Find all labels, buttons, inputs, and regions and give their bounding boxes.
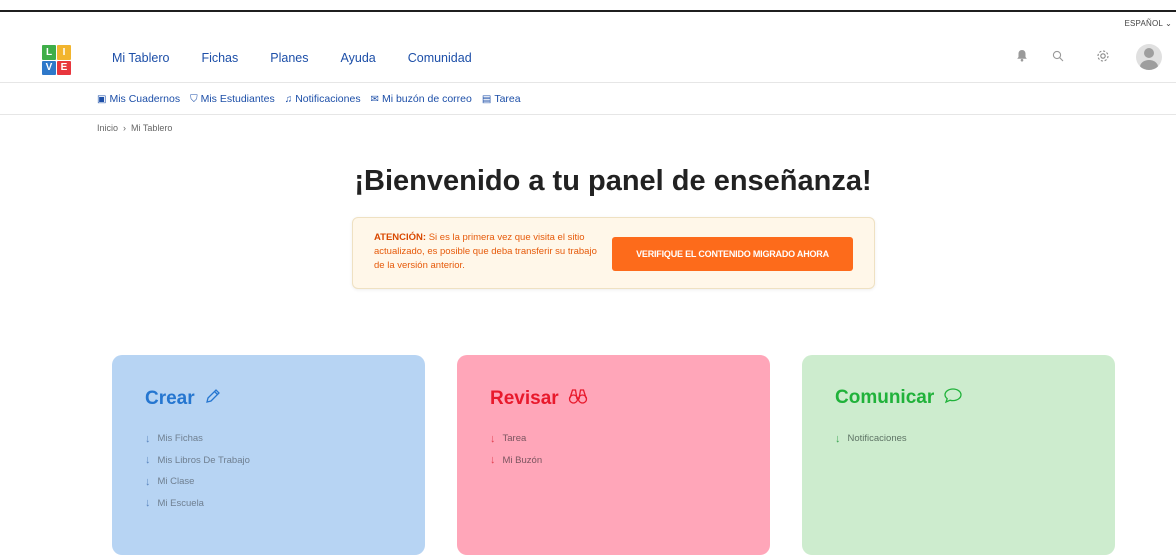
- top-divider: [0, 10, 1176, 12]
- chevron-down-icon: ⌄: [1165, 19, 1172, 28]
- arrow-down-icon: ↓: [145, 432, 151, 445]
- card-title-text: Crear: [145, 387, 195, 409]
- list-item-label: Mis Libros De Trabajo: [157, 454, 250, 466]
- list-item[interactable]: ↓ Notificaciones: [835, 428, 907, 450]
- subnav-label: Mi buzón de correo: [381, 93, 472, 105]
- subnav-label: Tarea: [494, 93, 521, 105]
- notebook-icon: ▣: [97, 93, 107, 105]
- list-item[interactable]: ↓ Mi Escuela: [145, 493, 250, 515]
- pencil-icon: [204, 387, 222, 410]
- bell-icon[interactable]: [1016, 49, 1028, 65]
- nav-fichas[interactable]: Fichas: [201, 51, 238, 65]
- nav-ayuda[interactable]: Ayuda: [341, 51, 376, 65]
- card-comunicar: Comunicar ↓ Notificaciones: [802, 355, 1115, 555]
- card-revisar: Revisar ↓ Tarea ↓ Mi Buzón: [457, 355, 770, 555]
- breadcrumb-current: Mi Tablero: [131, 123, 173, 133]
- page-title: ¡Bienvenido a tu panel de enseñanza!: [354, 165, 872, 197]
- subnav-mi-buzon[interactable]: ✉ Mi buzón de correo: [371, 93, 472, 105]
- subnav-tarea[interactable]: ▤ Tarea: [482, 93, 521, 105]
- breadcrumb: Inicio › Mi Tablero: [97, 123, 172, 133]
- card-links: ↓ Notificaciones: [835, 428, 907, 450]
- subnav-mis-estudiantes[interactable]: ⛉ Mis Estudiantes: [190, 93, 275, 105]
- subnav-notificaciones[interactable]: ♫ Notificaciones: [285, 93, 361, 105]
- subnav-mis-cuadernos[interactable]: ▣ Mis Cuadernos: [97, 93, 180, 105]
- list-item-label: Mi Buzón: [502, 454, 543, 466]
- card-links: ↓ Tarea ↓ Mi Buzón: [490, 428, 542, 471]
- logo-letter: E: [57, 60, 71, 75]
- list-item-label: Mi Escuela: [157, 497, 204, 509]
- binoculars-icon: [568, 387, 588, 410]
- logo-letter: L: [42, 45, 56, 60]
- alert-label: ATENCIÓN:: [374, 232, 427, 243]
- breadcrumb-home[interactable]: Inicio: [97, 123, 118, 133]
- list-item[interactable]: ↓ Mis Fichas: [145, 428, 250, 450]
- list-item[interactable]: ↓ Mi Buzón: [490, 450, 542, 472]
- list-item-label: Mis Fichas: [157, 433, 203, 445]
- language-label: ESPAÑOL: [1124, 19, 1164, 28]
- list-item-label: Notificaciones: [847, 433, 907, 445]
- card-crear: Crear ↓ Mis Fichas ↓ Mis Libros De Trabajo…: [112, 355, 425, 555]
- alert-text: ATENCIÓN: Si es la primera vez que visit…: [374, 231, 609, 273]
- list-item-label: Tarea: [502, 433, 527, 445]
- card-title-text: Revisar: [490, 387, 559, 409]
- gear-icon[interactable]: [1096, 49, 1110, 66]
- arrow-down-icon: ↓: [145, 497, 151, 510]
- arrow-down-icon: ↓: [145, 454, 151, 467]
- arrow-down-icon: ↓: [490, 454, 496, 467]
- card-title[interactable]: Crear: [145, 387, 222, 410]
- list-item[interactable]: ↓ Mis Libros De Trabajo: [145, 450, 250, 472]
- bell-icon: ♫: [284, 93, 293, 105]
- migration-alert: ATENCIÓN: Si es la primera vez que visit…: [352, 217, 875, 289]
- list-item[interactable]: ↓ Mi Clase: [145, 471, 250, 493]
- subnav-label: Mis Cuadernos: [109, 93, 181, 105]
- card-title[interactable]: Revisar: [490, 387, 588, 410]
- live-logo[interactable]: L I V E: [42, 45, 72, 75]
- nav-comunidad[interactable]: Comunidad: [408, 51, 472, 65]
- header-actions: [992, 44, 1162, 70]
- card-title[interactable]: Comunicar: [835, 387, 963, 409]
- arrow-down-icon: ↓: [490, 432, 496, 445]
- card-links: ↓ Mis Fichas ↓ Mis Libros De Trabajo ↓ Mi C…: [145, 428, 250, 514]
- search-icon[interactable]: [1052, 50, 1064, 65]
- verify-content-button[interactable]: VERIFIQUE EL CONTENIDO MIGRADO AHORA: [612, 237, 853, 271]
- card-title-text: Comunicar: [835, 387, 935, 408]
- students-icon: ⛉: [190, 93, 198, 105]
- language-selector[interactable]: ESPAÑOL ⌄: [1124, 19, 1172, 28]
- breadcrumb-separator: ›: [123, 123, 127, 133]
- avatar[interactable]: [1136, 44, 1162, 70]
- speech-bubble-icon: [943, 387, 963, 409]
- nav-mi-tablero[interactable]: Mi Tablero: [112, 51, 169, 65]
- logo-letter: I: [57, 45, 71, 60]
- secondary-nav: ▣ Mis Cuadernos ⛉ Mis Estudiantes ♫ Notific…: [97, 93, 531, 105]
- arrow-down-icon: ↓: [835, 432, 841, 445]
- mail-icon: ✉: [370, 93, 379, 105]
- main-nav: Mi Tablero Fichas Planes Ayuda Comunidad: [112, 51, 504, 65]
- list-item-label: Mi Clase: [157, 476, 195, 488]
- logo-letter: V: [42, 60, 56, 75]
- arrow-down-icon: ↓: [145, 475, 151, 488]
- nav-planes[interactable]: Planes: [270, 51, 308, 65]
- list-item[interactable]: ↓ Tarea: [490, 428, 542, 450]
- task-icon: ▤: [481, 93, 492, 105]
- subnav-label: Notificaciones: [295, 93, 361, 105]
- subnav-label: Mis Estudiantes: [200, 93, 275, 105]
